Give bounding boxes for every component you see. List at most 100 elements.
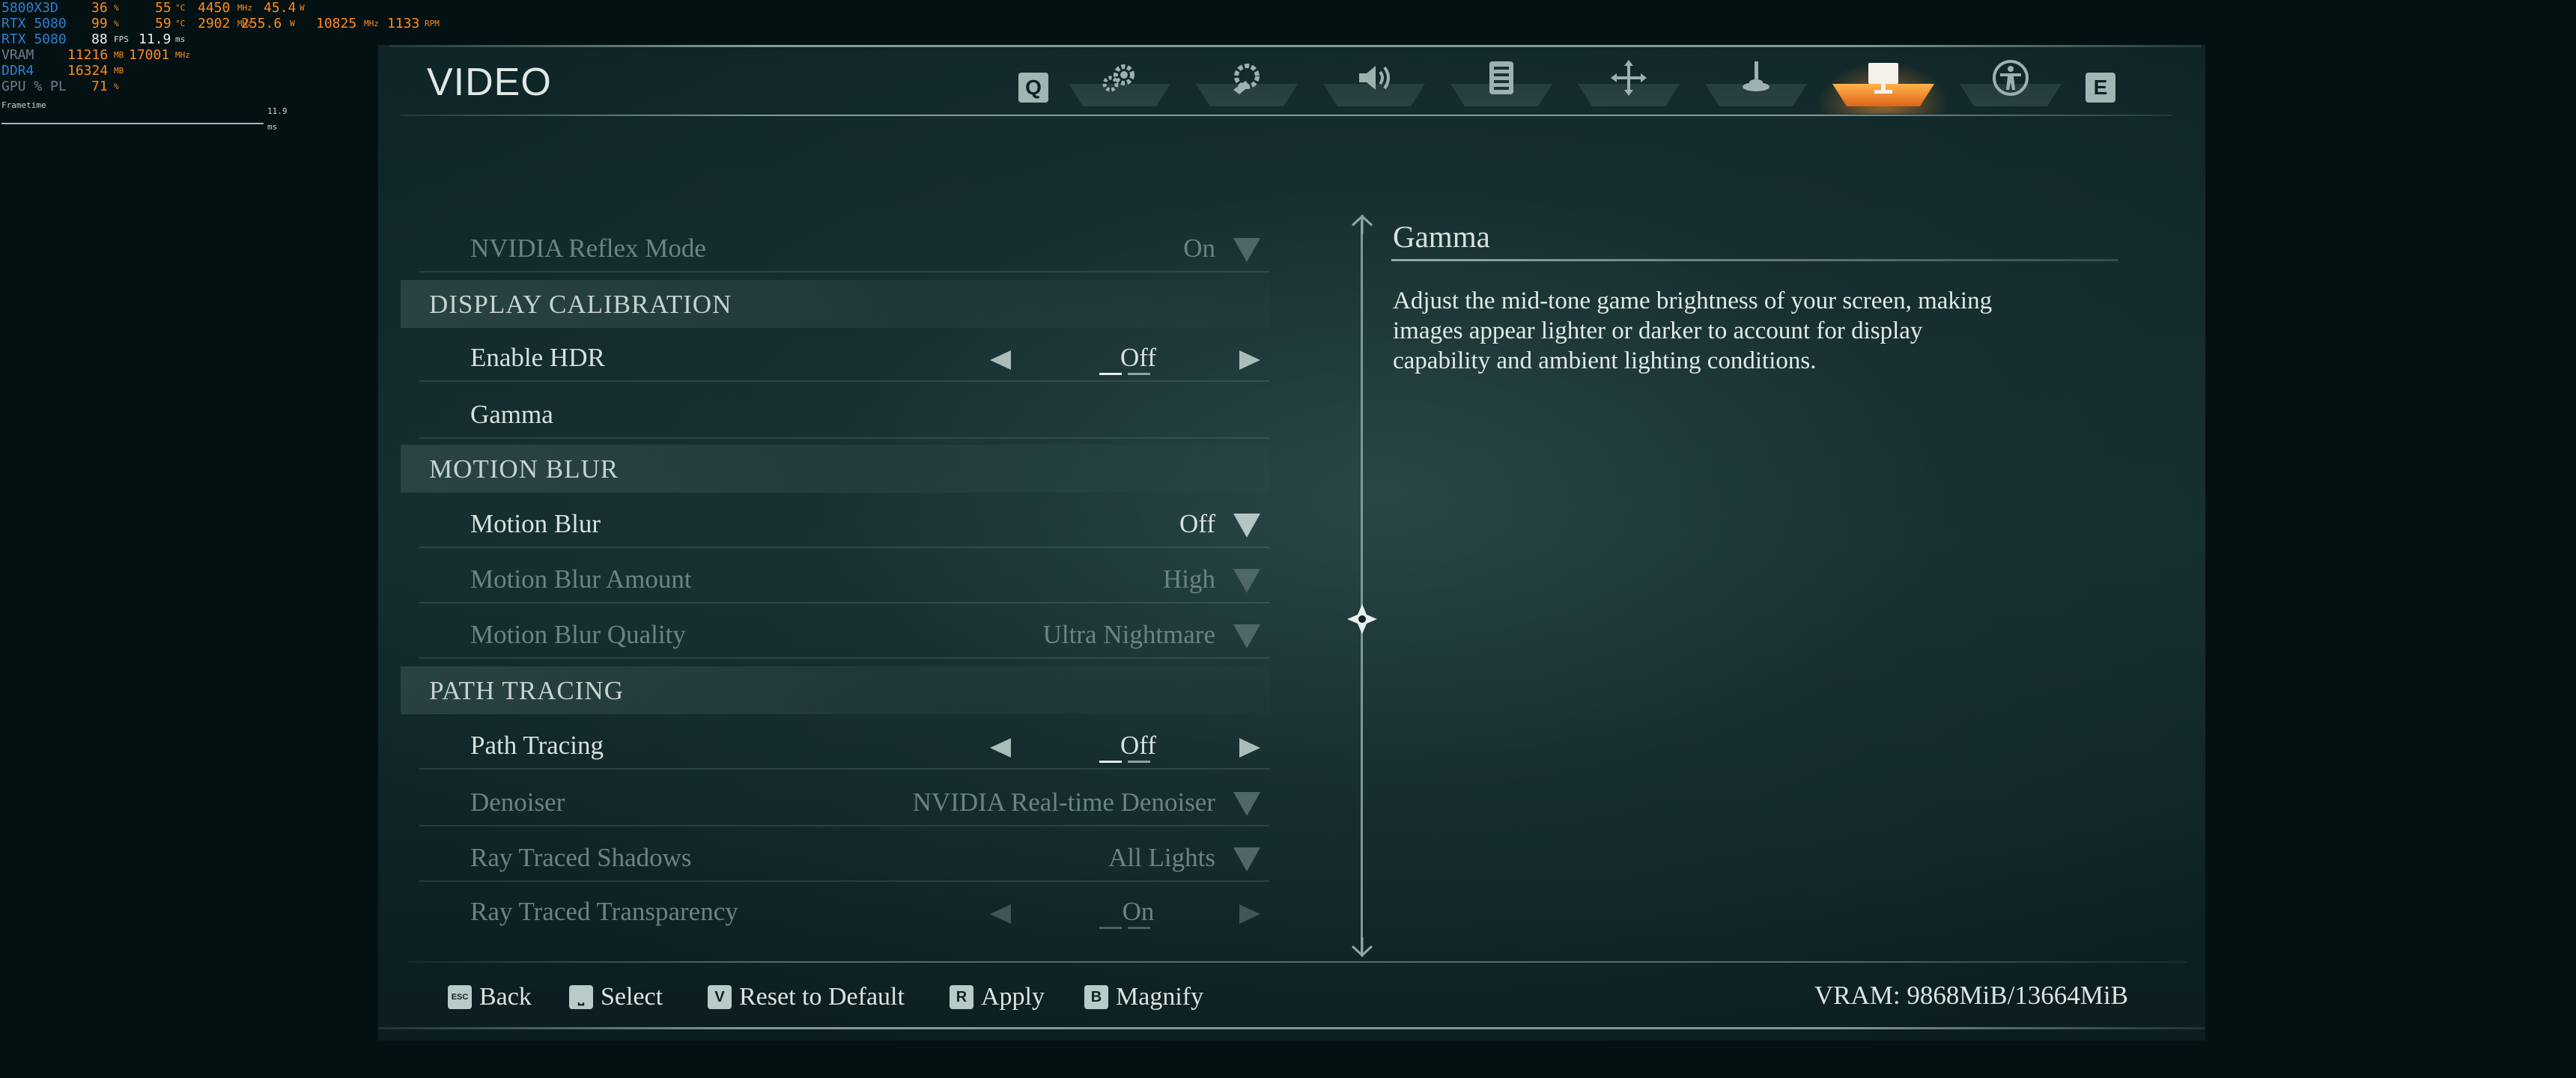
setting-motion-blur-amount[interactable]: Motion Blur Amount High: [419, 555, 1269, 603]
setting-denoiser[interactable]: Denoiser NVIDIA Real-time Denoiser: [419, 779, 1269, 826]
setting-motion-blur-quality[interactable]: Motion Blur Quality Ultra Nightmare: [419, 611, 1269, 659]
dropdown-icon[interactable]: [1230, 789, 1263, 819]
tab-keybindings[interactable]: [1578, 54, 1680, 106]
setting-label: Enable HDR: [470, 343, 605, 372]
apply-label: Apply: [981, 983, 1045, 1011]
setting-label: Motion Blur: [470, 509, 601, 538]
setting-enable-hdr[interactable]: Enable HDR Off: [419, 334, 1269, 382]
overlay-value: 45.4: [264, 0, 297, 16]
list-icon: [1489, 61, 1513, 94]
scroll-up-icon[interactable]: [1348, 213, 1376, 236]
magnify-label: Magnify: [1116, 983, 1204, 1011]
description-title: Gamma: [1393, 219, 1490, 254]
prev-tab-key[interactable]: Q: [1018, 73, 1048, 103]
description-text: Adjust the mid-tone game brightness of y…: [1393, 287, 1993, 374]
section-label: MOTION BLUR: [429, 454, 619, 484]
setting-motion-blur[interactable]: Motion Blur Off: [419, 500, 1269, 548]
arrow-right-icon[interactable]: [1238, 903, 1262, 925]
frametime-label: Frametime: [1, 100, 46, 110]
esc-key-icon: ESC: [448, 985, 472, 1009]
frame-bottom-line: [378, 1027, 2205, 1029]
tab-audio[interactable]: [1323, 54, 1425, 106]
back-label: Back: [479, 983, 532, 1011]
overlay-value: 11216: [67, 47, 109, 63]
setting-value: Off: [1179, 509, 1215, 538]
tab-display-list[interactable]: [1450, 54, 1552, 106]
setting-value: All Lights: [1108, 843, 1215, 872]
overlay-unit: ms: [175, 34, 186, 44]
setting-nvidia-reflex[interactable]: NVIDIA Reflex Mode On: [419, 225, 1269, 272]
arrow-right-icon[interactable]: [1238, 737, 1262, 759]
dropdown-icon[interactable]: [1230, 621, 1263, 651]
overlay-unit: MHz: [364, 19, 379, 28]
setting-ray-traced-transparency[interactable]: Ray Traced Transparency On: [419, 888, 1269, 934]
description-divider: [1391, 259, 2118, 261]
setting-path-tracing[interactable]: Path Tracing Off: [419, 722, 1269, 770]
overlay-value: 10825: [316, 16, 357, 31]
arrow-right-icon[interactable]: [1238, 349, 1262, 371]
gear-hand-icon: [1233, 64, 1260, 94]
dropdown-icon[interactable]: [1230, 511, 1263, 540]
overlay-value: 36: [91, 0, 108, 16]
frame-top-line: [389, 45, 2202, 47]
overlay-unit: W: [290, 19, 295, 28]
reset-label: Reset to Default: [739, 983, 905, 1011]
overlay-value: 255.6: [241, 16, 282, 31]
overlay-unit: FPS: [114, 34, 129, 44]
scrollbar-track[interactable]: [1361, 221, 1363, 954]
overlay-unit: %: [114, 19, 119, 28]
setting-value: High: [1163, 564, 1215, 594]
r-key-icon: R: [950, 985, 973, 1009]
overlay-value: 88: [91, 31, 108, 47]
overlay-value: 59: [155, 16, 171, 31]
scroll-down-icon[interactable]: [1348, 936, 1376, 958]
tab-controls[interactable]: [1196, 54, 1298, 106]
toggle-indicator: [1099, 927, 1153, 930]
overlay-value: 17001: [129, 47, 170, 63]
overlay-label: DDR4: [1, 63, 34, 79]
setting-ray-traced-shadows[interactable]: Ray Traced Shadows All Lights: [419, 834, 1269, 882]
setting-value: NVIDIA Real-time Denoiser: [912, 788, 1215, 817]
arrow-left-icon[interactable]: [988, 349, 1012, 371]
overlay-value: 1133: [387, 16, 420, 31]
scrollbar-thumb[interactable]: [1346, 603, 1379, 636]
overlay-label: VRAM: [1, 47, 34, 63]
overlay-row-cpu: 5800X3D 36 % 55 °C 4450 MHz 45.4 W: [1, 0, 451, 16]
setting-label: Ray Traced Transparency: [470, 897, 738, 926]
overlay-unit: MHz: [237, 3, 252, 13]
setting-label: Motion Blur Amount: [470, 564, 692, 594]
dropdown-icon[interactable]: [1230, 235, 1263, 265]
overlay-label: 5800X3D: [1, 0, 58, 16]
v-key-icon: V: [708, 985, 732, 1009]
setting-value: Ultra Nightmare: [1042, 620, 1215, 649]
tab-hud[interactable]: [1705, 54, 1807, 106]
overlay-value: 4450: [198, 0, 231, 16]
overlay-label: GPU % PL: [1, 79, 67, 94]
next-tab-key[interactable]: E: [2086, 73, 2115, 103]
tab-settings[interactable]: [1069, 54, 1170, 106]
toggle-indicator: [1099, 373, 1153, 376]
tab-accessibility[interactable]: [1960, 54, 2062, 106]
footer-divider: [408, 961, 2187, 963]
b-key-icon: B: [1084, 985, 1108, 1009]
setting-value: Off: [1120, 731, 1156, 760]
dropdown-icon[interactable]: [1230, 566, 1263, 596]
setting-gamma[interactable]: Gamma: [419, 391, 1269, 439]
overlay-unit: W: [300, 3, 305, 13]
section-motion-blur: MOTION BLUR: [401, 445, 1269, 493]
dropdown-icon[interactable]: [1230, 844, 1263, 874]
arrow-left-icon[interactable]: [988, 903, 1012, 925]
accessibility-icon: [1993, 60, 2029, 96]
tab-video[interactable]: [1817, 54, 1949, 114]
overlay-unit: RPM: [425, 19, 440, 28]
overlay-unit: MB: [114, 66, 124, 76]
arrow-left-icon[interactable]: [988, 737, 1012, 759]
setting-value: On: [1183, 234, 1215, 263]
overlay-value: 16324: [67, 63, 109, 79]
page-title: VIDEO: [427, 61, 552, 104]
gears-icon: [1102, 64, 1134, 92]
select-label: Select: [601, 983, 663, 1011]
overlay-unit: °C: [175, 3, 186, 13]
setting-value: Off: [1120, 343, 1156, 372]
setting-label: NVIDIA Reflex Mode: [470, 234, 706, 263]
